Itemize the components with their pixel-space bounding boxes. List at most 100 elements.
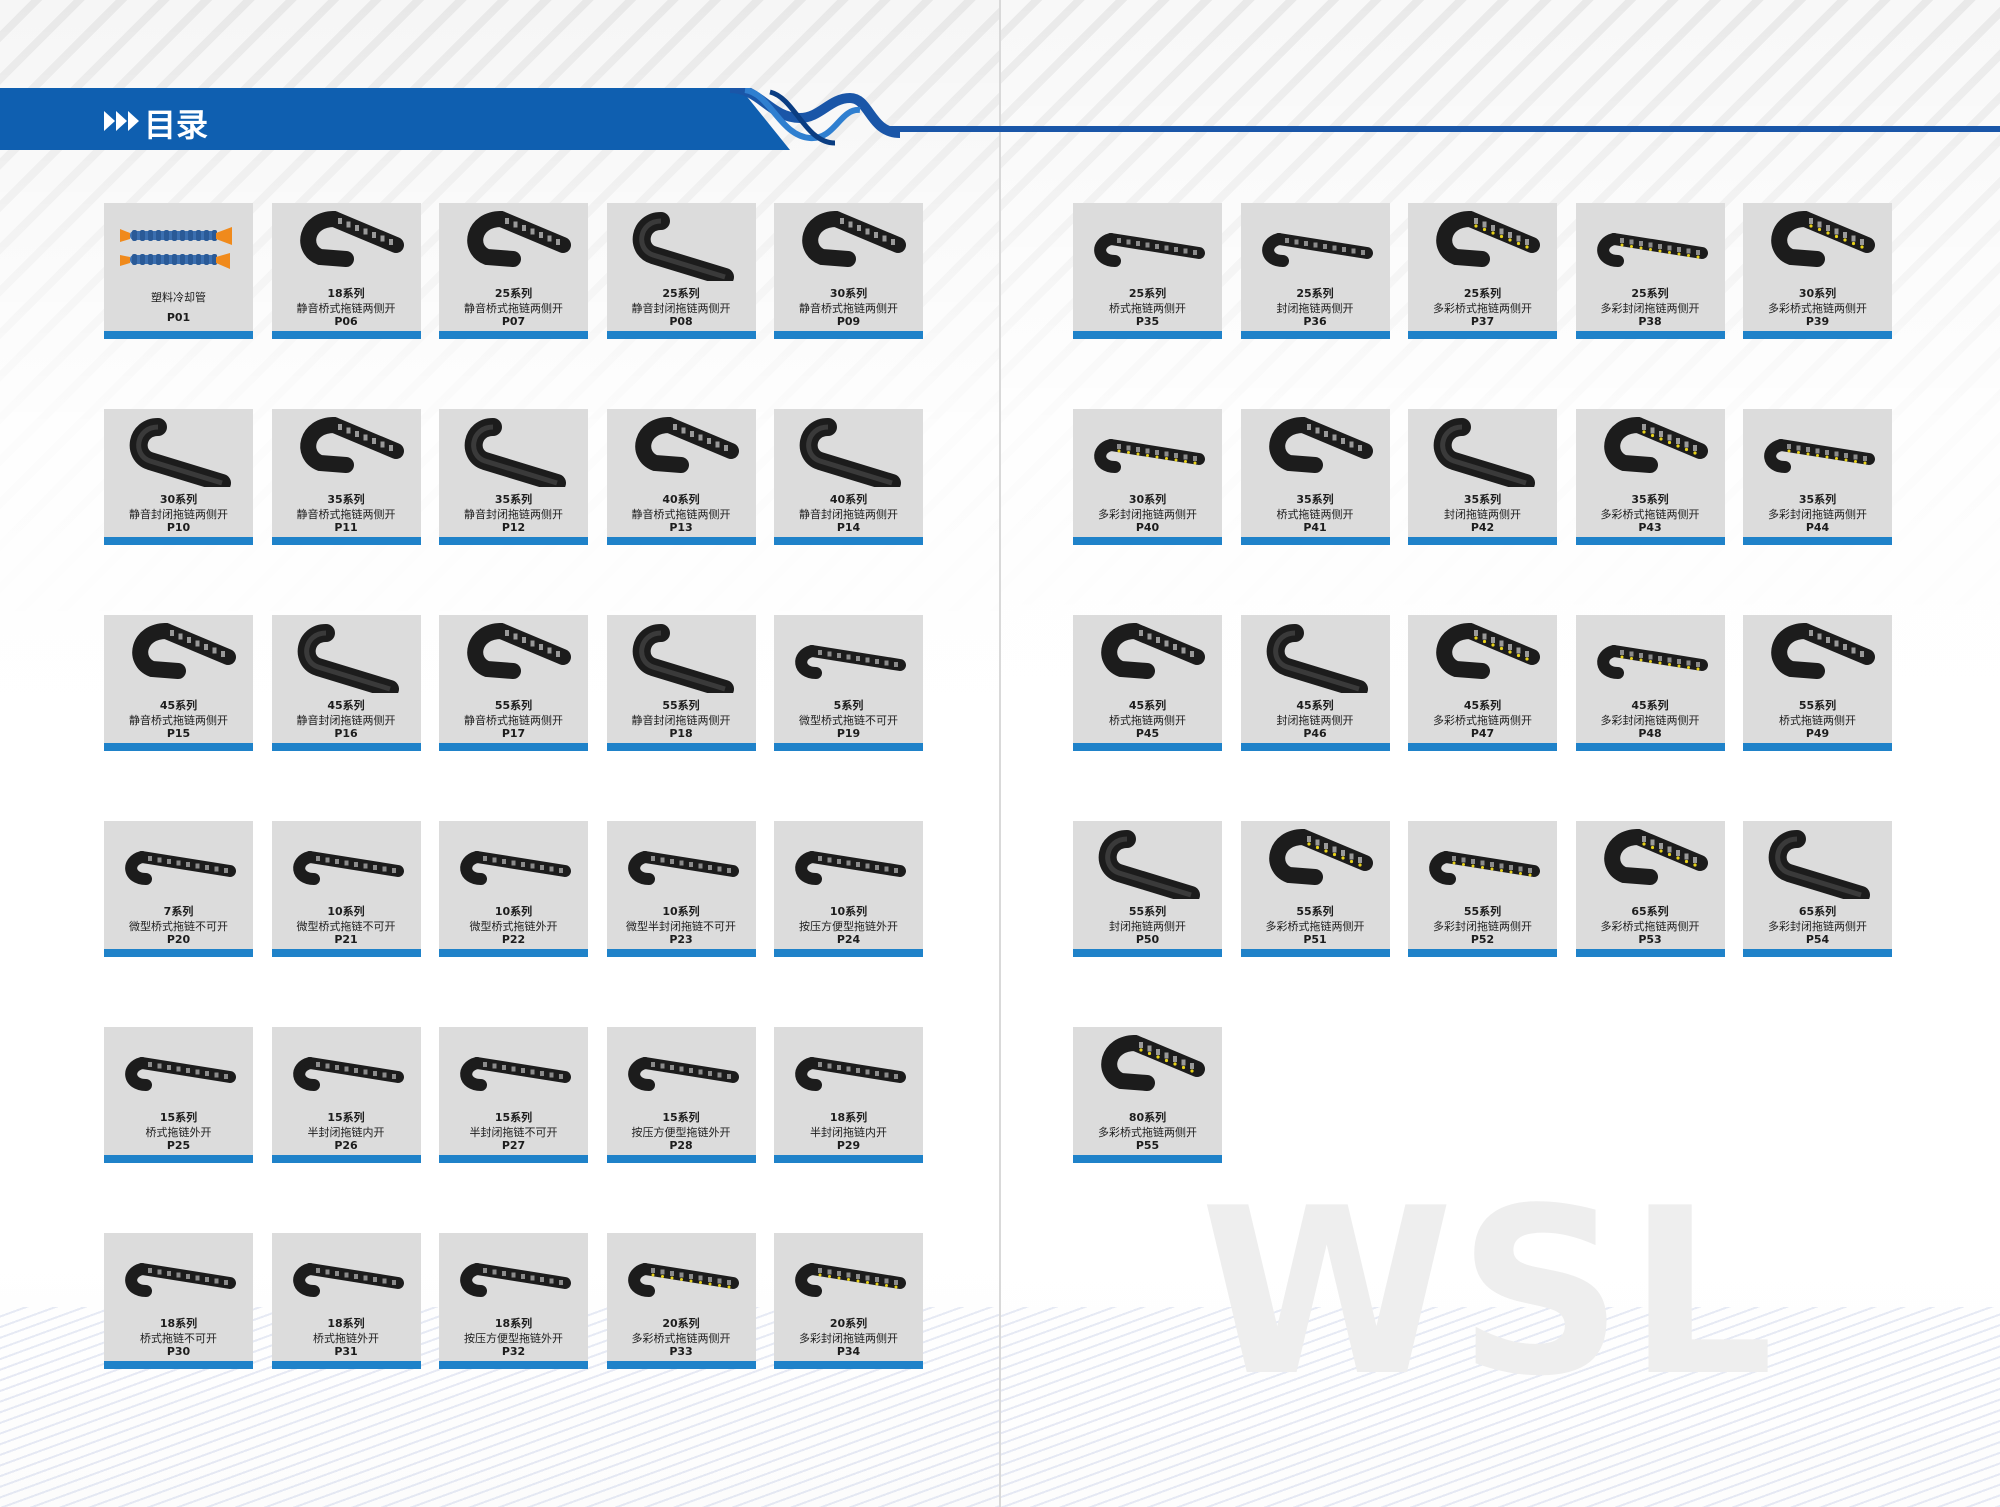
item-accent-bar <box>1073 537 1222 545</box>
catalog-item[interactable]: 25系列 桥式拖链两侧开 P35 <box>1073 203 1222 339</box>
item-page-number: P07 <box>501 315 526 328</box>
catalog-item[interactable]: 20系列 多彩桥式拖链两侧开 P33 <box>606 1233 756 1369</box>
bridge-drag-chain-icon <box>299 417 404 473</box>
item-description: 静音桥式拖链两侧开 <box>464 714 563 727</box>
catalog-item[interactable]: 45系列 多彩桥式拖链两侧开 P47 <box>1408 615 1557 751</box>
item-page-number: P50 <box>1135 933 1160 946</box>
item-series: 55系列 <box>1128 905 1167 918</box>
item-page-number: P09 <box>836 315 861 328</box>
catalog-item[interactable]: 25系列 多彩桥式拖链两侧开 P37 <box>1408 203 1557 339</box>
catalog-item[interactable]: 10系列 微型桥式拖链不可开 P21 <box>271 821 421 957</box>
catalog-item[interactable]: 18系列 按压方便型拖链外开 P32 <box>439 1233 588 1369</box>
catalog-item[interactable]: 18系列 半封闭拖链内开 P29 <box>774 1027 923 1163</box>
item-description: 静音桥式拖链两侧开 <box>296 302 396 315</box>
catalog-item[interactable]: 10系列 微型半封闭拖链不可开 P23 <box>606 821 756 957</box>
catalog-item[interactable]: 7系列 微型桥式拖链不可开 P20 <box>104 821 253 957</box>
item-page-number: P27 <box>501 1139 526 1152</box>
item-description: 桥式拖链外开 <box>313 1332 379 1345</box>
catalog-item[interactable]: 55系列 封闭拖链两侧开 P50 <box>1073 821 1222 957</box>
straight-drag-chain-icon <box>460 851 571 885</box>
catalog-item[interactable]: 35系列 多彩封闭拖链两侧开 P44 <box>1743 409 1892 545</box>
item-accent-bar <box>1743 949 1892 957</box>
catalog-item[interactable]: 18系列 桥式拖链不可开 P30 <box>104 1233 253 1369</box>
catalog-item[interactable]: 5系列 微型桥式拖链不可开 P19 <box>774 615 923 751</box>
catalog-item[interactable]: 25系列 静音封闭拖链两侧开 P08 <box>606 203 756 339</box>
catalog-item[interactable]: 45系列 封闭拖链两侧开 P46 <box>1240 615 1390 751</box>
catalog-item[interactable]: 18系列 桥式拖链外开 P31 <box>271 1233 421 1369</box>
catalog-item[interactable]: 35系列 静音封闭拖链两侧开 P12 <box>439 409 588 545</box>
catalog-item[interactable]: 45系列 静音封闭拖链两侧开 P16 <box>271 615 421 751</box>
catalog-item[interactable]: 18系列 静音桥式拖链两侧开 P06 <box>271 203 421 339</box>
catalog-item[interactable]: 35系列 封闭拖链两侧开 P42 <box>1408 409 1557 545</box>
enclosed-drag-chain-icon <box>799 418 901 487</box>
catalog-item[interactable]: 30系列 静音封闭拖链两侧开 P10 <box>104 409 253 545</box>
item-accent-bar <box>774 1361 923 1369</box>
catalog-item[interactable]: 25系列 多彩封闭拖链两侧开 P38 <box>1575 203 1725 339</box>
item-page-number: P21 <box>334 933 358 946</box>
item-accent-bar <box>104 949 253 957</box>
enclosed-drag-chain-icon <box>632 212 734 281</box>
catalog-item[interactable]: 20系列 多彩封闭拖链两侧开 P34 <box>774 1233 923 1369</box>
enclosed-drag-chain-icon <box>129 418 231 487</box>
catalog-item[interactable]: 10系列 微型桥式拖链外开 P22 <box>439 821 588 957</box>
item-series: 7系列 <box>163 905 194 918</box>
bridge-drag-chain-icon <box>1101 1035 1205 1091</box>
catalog-item[interactable]: 40系列 静音桥式拖链两侧开 P13 <box>606 409 756 545</box>
item-accent-bar <box>1240 949 1390 957</box>
catalog-item[interactable]: 55系列 多彩桥式拖链两侧开 P51 <box>1240 821 1390 957</box>
item-series: 45系列 <box>1463 699 1502 712</box>
brand-watermark: WSL <box>1200 1160 1778 1427</box>
catalog-item[interactable]: 25系列 封闭拖链两侧开 P36 <box>1240 203 1390 339</box>
bridge-drag-chain-icon <box>299 211 404 267</box>
item-series: 18系列 <box>327 1317 365 1330</box>
straight-drag-chain-icon <box>1596 645 1708 679</box>
catalog-item[interactable]: 30系列 多彩封闭拖链两侧开 P40 <box>1073 409 1222 545</box>
catalog-item[interactable]: 65系列 多彩封闭拖链两侧开 P54 <box>1743 821 1892 957</box>
item-description: 多彩桥式拖链两侧开 <box>1600 508 1700 521</box>
item-accent-bar <box>1240 537 1390 545</box>
catalog-item[interactable]: 40系列 静音封闭拖链两侧开 P14 <box>774 409 923 545</box>
catalog-item[interactable]: 55系列 静音桥式拖链两侧开 P17 <box>439 615 588 751</box>
item-accent-bar <box>1073 331 1222 339</box>
catalog-item[interactable]: 65系列 多彩桥式拖链两侧开 P53 <box>1575 821 1725 957</box>
catalog-item[interactable]: 45系列 桥式拖链两侧开 P45 <box>1073 615 1222 751</box>
catalog-item[interactable]: 45系列 多彩封闭拖链两侧开 P48 <box>1575 615 1725 751</box>
item-series: 35系列 <box>1296 493 1334 506</box>
page-spine <box>999 0 1001 1507</box>
catalog-item[interactable]: 15系列 按压方便型拖链外开 P28 <box>606 1027 756 1163</box>
catalog-item[interactable]: 55系列 桥式拖链两侧开 P49 <box>1743 615 1892 751</box>
item-accent-bar <box>1575 743 1725 751</box>
item-page-number: P46 <box>1303 727 1327 740</box>
item-accent-bar <box>774 537 923 545</box>
item-description: 静音封闭拖链两侧开 <box>296 714 396 727</box>
item-series: 35系列 <box>494 493 533 506</box>
bridge-drag-chain-icon <box>132 623 236 679</box>
straight-drag-chain-icon <box>627 1263 739 1297</box>
straight-drag-chain-icon <box>795 1263 906 1297</box>
catalog-item[interactable]: 35系列 静音桥式拖链两侧开 P11 <box>271 409 421 545</box>
item-description: 静音桥式拖链两侧开 <box>464 302 563 315</box>
catalog-item[interactable]: 55系列 多彩封闭拖链两侧开 P52 <box>1408 821 1557 957</box>
item-accent-bar <box>104 1155 253 1163</box>
catalog-item[interactable]: 15系列 半封闭拖链不可开 P27 <box>439 1027 588 1163</box>
item-page-number: P41 <box>1303 521 1327 534</box>
item-accent-bar <box>1743 743 1892 751</box>
item-series: 10系列 <box>494 905 533 918</box>
catalog-item[interactable]: 30系列 静音桥式拖链两侧开 P09 <box>774 203 923 339</box>
catalog-item[interactable]: 10系列 按压方便型拖链外开 P24 <box>774 821 923 957</box>
item-accent-bar <box>1240 331 1390 339</box>
item-series: 30系列 <box>829 287 868 300</box>
enclosed-drag-chain-icon <box>1098 830 1200 899</box>
catalog-item[interactable]: 45系列 静音桥式拖链两侧开 P15 <box>104 615 253 751</box>
catalog-item[interactable]: 35系列 多彩桥式拖链两侧开 P43 <box>1575 409 1725 545</box>
catalog-item[interactable]: 80系列 多彩桥式拖链两侧开 P55 <box>1073 1027 1222 1163</box>
catalog-item[interactable]: 15系列 桥式拖链外开 P25 <box>104 1027 253 1163</box>
catalog-item[interactable]: 55系列 静音封闭拖链两侧开 P18 <box>606 615 756 751</box>
catalog-item[interactable]: 35系列 桥式拖链两侧开 P41 <box>1240 409 1390 545</box>
catalog-item[interactable]: 25系列 静音桥式拖链两侧开 P07 <box>439 203 588 339</box>
catalog-item[interactable]: 塑料冷却管 P01 <box>104 203 253 339</box>
item-series: 45系列 <box>1296 699 1334 712</box>
catalog-item[interactable]: 15系列 半封闭拖链内开 P26 <box>271 1027 421 1163</box>
straight-drag-chain-icon <box>627 1057 739 1091</box>
catalog-item[interactable]: 30系列 多彩桥式拖链两侧开 P39 <box>1743 203 1892 339</box>
